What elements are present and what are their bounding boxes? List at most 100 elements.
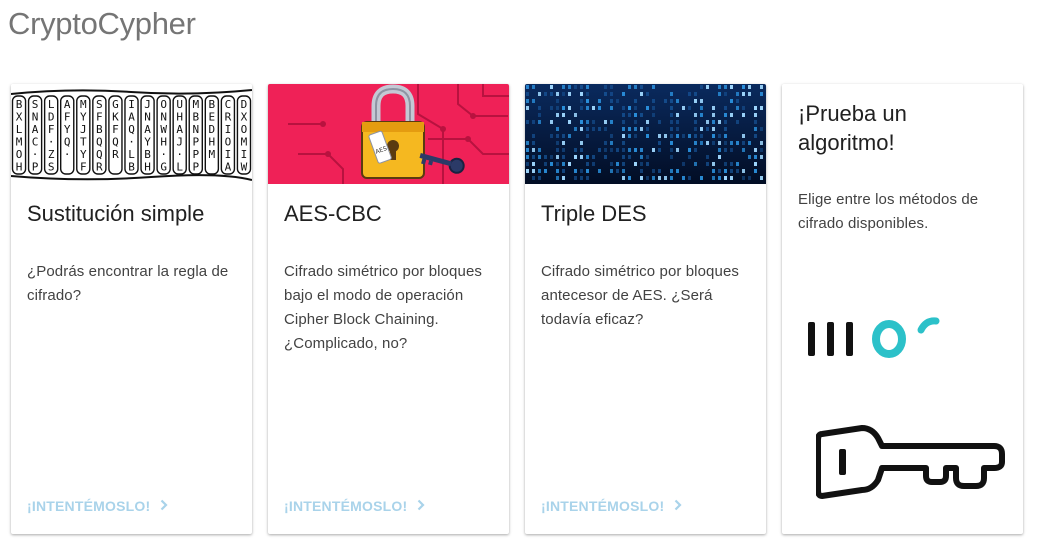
svg-text:Q: Q bbox=[96, 136, 103, 149]
svg-text:N: N bbox=[192, 123, 199, 136]
svg-text:A: A bbox=[64, 98, 71, 111]
chevron-right-icon bbox=[674, 498, 682, 514]
svg-text:S: S bbox=[48, 161, 55, 174]
svg-text:P: P bbox=[192, 148, 199, 161]
svg-text:F: F bbox=[80, 161, 87, 174]
svg-text:N: N bbox=[160, 111, 167, 124]
card-description: Cifrado simétrico por bloques bajo el mo… bbox=[284, 263, 482, 352]
svg-text:M: M bbox=[192, 98, 199, 111]
svg-text:W: W bbox=[160, 123, 167, 136]
svg-text:I: I bbox=[225, 123, 232, 136]
svg-text:W: W bbox=[241, 161, 248, 174]
svg-text:Y: Y bbox=[80, 148, 87, 161]
binary-logo-icon bbox=[808, 314, 948, 369]
svg-text:X: X bbox=[241, 111, 248, 124]
svg-text:F: F bbox=[112, 123, 119, 136]
svg-text:M: M bbox=[80, 98, 87, 111]
svg-text:M: M bbox=[241, 136, 248, 149]
svg-text:L: L bbox=[176, 161, 183, 174]
svg-text:Q: Q bbox=[64, 136, 71, 149]
svg-text:T: T bbox=[80, 136, 87, 149]
svg-text:H: H bbox=[144, 161, 151, 174]
svg-text:H: H bbox=[160, 136, 167, 149]
card-aes-cbc: AES AES-CBC Cifrado simétrico por bloque… bbox=[268, 84, 509, 534]
svg-text:X: X bbox=[16, 111, 23, 124]
svg-text:I: I bbox=[128, 98, 135, 111]
svg-text:H: H bbox=[209, 136, 216, 149]
svg-text:B: B bbox=[144, 148, 151, 161]
svg-text:H: H bbox=[176, 111, 183, 124]
try-it-label: ¡INTENTÉMOSLO! bbox=[27, 498, 151, 514]
key-icon bbox=[815, 424, 1006, 513]
promo-description: Elige entre los métodos de cifrado dispo… bbox=[798, 191, 979, 232]
try-it-button[interactable]: ¡INTENTÉMOSLO! bbox=[284, 498, 425, 514]
svg-text:C: C bbox=[32, 136, 39, 149]
cipher-grid-image: B X L M O H S N A C · P L D F · Z S A F Y Q · M Y J T Y F S F B Q Q R G K F Q R… bbox=[11, 84, 252, 184]
svg-text:O: O bbox=[225, 136, 232, 149]
svg-text:·: · bbox=[32, 148, 39, 161]
svg-text:O: O bbox=[241, 123, 248, 136]
svg-text:L: L bbox=[48, 98, 55, 111]
svg-text:E: E bbox=[209, 111, 216, 124]
padlock-image: AES bbox=[268, 84, 509, 184]
svg-text:O: O bbox=[160, 98, 167, 111]
try-it-button[interactable]: ¡INTENTÉMOSLO! bbox=[27, 498, 168, 514]
binary-code-image bbox=[525, 84, 766, 184]
svg-text:K: K bbox=[112, 111, 119, 124]
svg-text:P: P bbox=[192, 136, 199, 149]
svg-text:A: A bbox=[32, 123, 39, 136]
svg-text:·: · bbox=[48, 136, 55, 149]
svg-text:U: U bbox=[176, 98, 183, 111]
svg-text:A: A bbox=[225, 161, 232, 174]
svg-text:·: · bbox=[128, 136, 135, 149]
svg-text:L: L bbox=[16, 123, 23, 136]
card-try-algorithm: ¡Prueba un algoritmo! Elige entre los mé… bbox=[782, 84, 1023, 534]
svg-text:I: I bbox=[241, 148, 248, 161]
svg-text:G: G bbox=[160, 161, 167, 174]
svg-text:H: H bbox=[16, 161, 23, 174]
card-title: Sustitución simple bbox=[27, 201, 205, 226]
card-triple-des: Triple DES Cifrado simétrico por bloques… bbox=[525, 84, 766, 534]
chevron-right-icon bbox=[417, 498, 425, 514]
card-title: Triple DES bbox=[541, 201, 647, 226]
svg-text:B: B bbox=[192, 111, 199, 124]
svg-text:Y: Y bbox=[144, 136, 151, 149]
svg-text:J: J bbox=[176, 136, 183, 149]
svg-text:F: F bbox=[64, 111, 71, 124]
svg-text:C: C bbox=[225, 98, 232, 111]
svg-text:F: F bbox=[96, 111, 103, 124]
try-it-label: ¡INTENTÉMOSLO! bbox=[284, 498, 408, 514]
svg-text:B: B bbox=[128, 161, 135, 174]
try-it-button[interactable]: ¡INTENTÉMOSLO! bbox=[541, 498, 682, 514]
svg-text:A: A bbox=[128, 111, 135, 124]
svg-text:Z: Z bbox=[48, 148, 55, 161]
svg-text:F: F bbox=[48, 123, 55, 136]
svg-text:P: P bbox=[192, 161, 199, 174]
chevron-right-icon bbox=[160, 498, 168, 514]
svg-text:O: O bbox=[16, 148, 23, 161]
svg-text:S: S bbox=[96, 98, 103, 111]
svg-text:R: R bbox=[112, 148, 119, 161]
card-description: Cifrado simétrico por bloques antecesor … bbox=[541, 263, 739, 328]
svg-text:G: G bbox=[112, 98, 119, 111]
card-title: AES-CBC bbox=[284, 201, 382, 226]
svg-text:M: M bbox=[209, 148, 216, 161]
svg-text:N: N bbox=[144, 111, 151, 124]
svg-text:R: R bbox=[96, 161, 103, 174]
card-description: ¿Podrás encontrar la regla de cifrado? bbox=[27, 263, 229, 304]
svg-text:D: D bbox=[209, 123, 216, 136]
svg-text:M: M bbox=[16, 136, 23, 149]
svg-text:D: D bbox=[241, 98, 248, 111]
svg-text:A: A bbox=[176, 123, 183, 136]
svg-text:S: S bbox=[32, 98, 39, 111]
try-it-label: ¡INTENTÉMOSLO! bbox=[541, 498, 665, 514]
svg-text:D: D bbox=[48, 111, 55, 124]
card-simple-substitution: B X L M O H S N A C · P L D F · Z S A F Y Q · M Y J T Y F S F B Q Q R G K F Q R… bbox=[11, 84, 252, 534]
svg-text:B: B bbox=[209, 98, 216, 111]
svg-text:·: · bbox=[160, 148, 167, 161]
promo-title: ¡Prueba un algoritmo! bbox=[798, 101, 907, 155]
svg-text:N: N bbox=[32, 111, 39, 124]
svg-text:Q: Q bbox=[128, 123, 135, 136]
svg-text:Y: Y bbox=[64, 123, 71, 136]
svg-text:L: L bbox=[128, 148, 135, 161]
